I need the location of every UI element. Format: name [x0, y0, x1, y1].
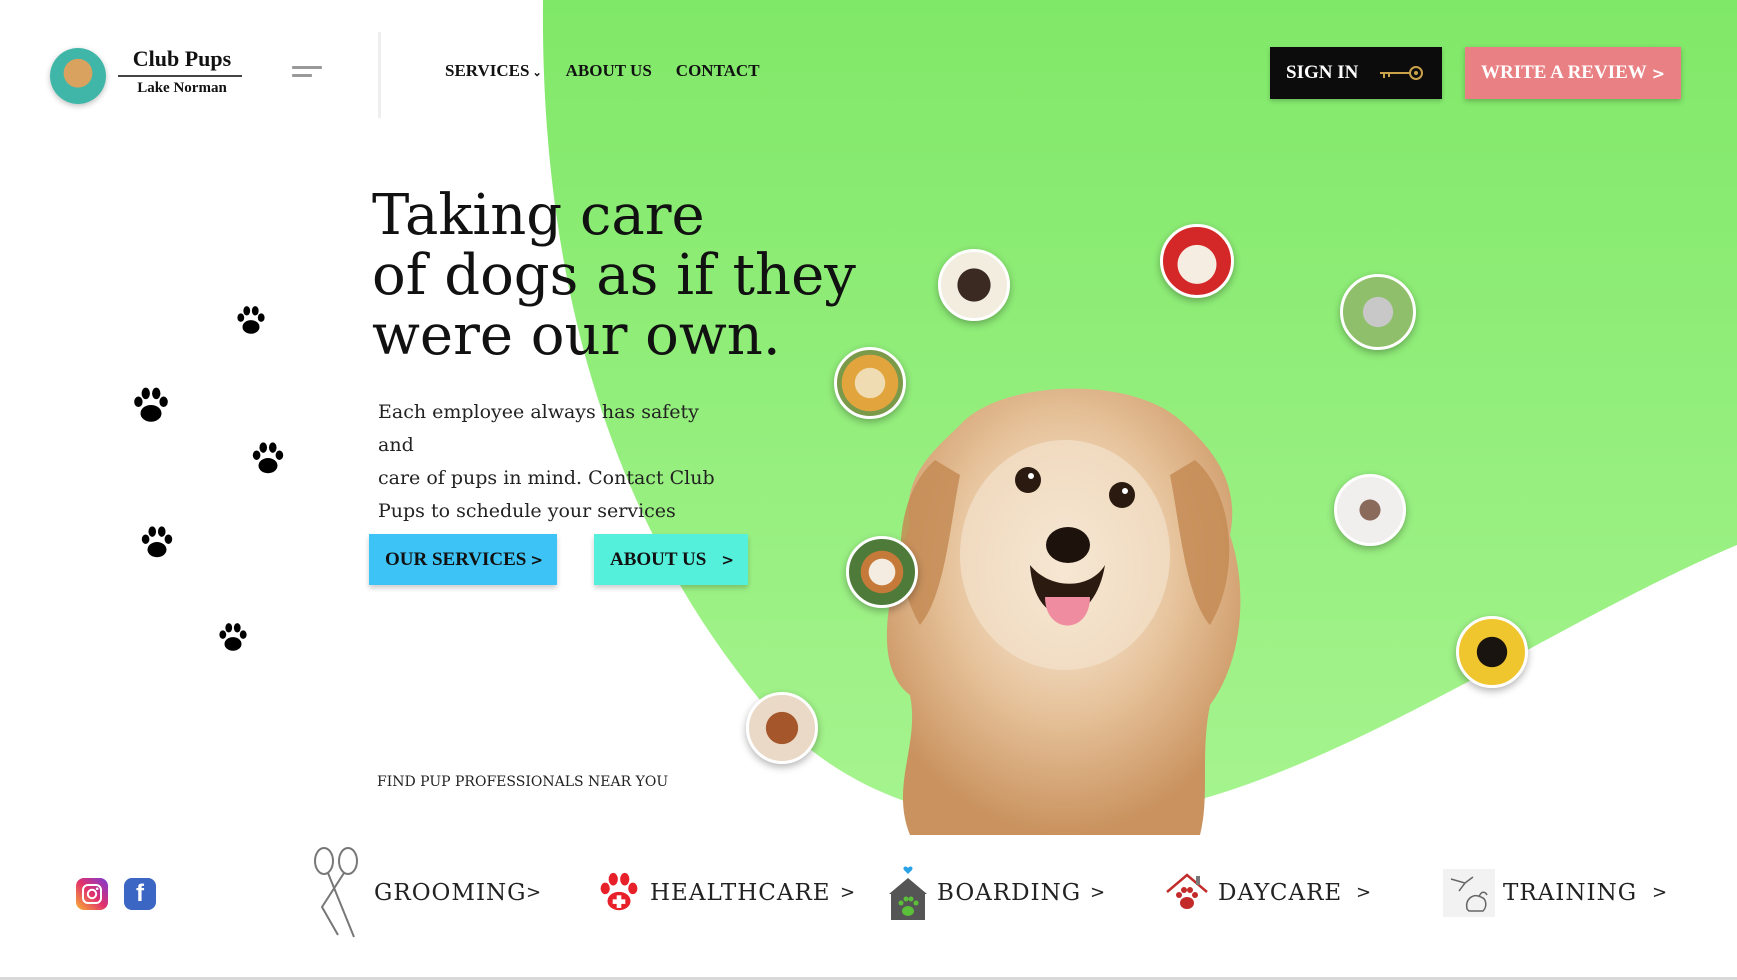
hero-title-line: Taking care: [372, 183, 705, 248]
paw-print-icon: [141, 526, 173, 558]
nav-about[interactable]: ABOUT US: [566, 61, 652, 81]
hero-title: Taking care of dogs as if they were our …: [372, 186, 856, 366]
setter-avatar: [746, 692, 818, 764]
facebook-icon[interactable]: f: [124, 878, 156, 910]
dog-training-icon: [1443, 869, 1495, 917]
service-training[interactable]: TRAINING >: [1443, 848, 1668, 938]
header-divider: [378, 32, 381, 118]
bulldog-avatar: [1160, 224, 1234, 298]
menu-toggle-icon[interactable]: [292, 66, 322, 80]
about-us-label: ABOUT US: [610, 548, 707, 570]
hero-title-line: were our own.: [372, 303, 781, 368]
dog-house-icon: [889, 866, 927, 920]
scissors-icon: [314, 847, 358, 938]
service-grooming[interactable]: GROOMING >: [310, 847, 545, 938]
social-links: f: [76, 878, 156, 910]
instagram-icon[interactable]: [76, 878, 108, 910]
chevron-right-icon: >: [840, 882, 856, 903]
sign-in-button[interactable]: SIGN IN: [1270, 47, 1442, 99]
paw-print-icon: [252, 442, 284, 474]
paw-print-icon: [219, 623, 247, 651]
service-label: TRAINING: [1503, 880, 1638, 906]
husky-avatar: [1340, 274, 1416, 350]
sign-in-label: SIGN IN: [1286, 62, 1359, 83]
brand-location: Lake Norman: [137, 80, 227, 96]
chevron-right-icon: >: [530, 550, 543, 569]
brand-name[interactable]: Club Pups: [118, 46, 246, 72]
spotted-dog-avatar: [1334, 474, 1406, 546]
service-daycare[interactable]: DAYCARE >: [1164, 848, 1374, 938]
hero-dog-image: [886, 388, 1241, 835]
red-paw-icon: [600, 872, 638, 911]
service-label: GROOMING: [374, 880, 527, 906]
service-label: HEALTHCARE: [650, 880, 831, 906]
puppy-avatar: [938, 249, 1010, 321]
about-us-button[interactable]: ABOUT US >: [594, 534, 748, 585]
logo-divider: [118, 75, 242, 77]
golden-puppy-avatar: [834, 347, 906, 419]
service-label: DAYCARE: [1218, 880, 1343, 906]
jack-russell-avatar: [846, 536, 918, 608]
our-services-button[interactable]: OUR SERVICES >: [369, 534, 557, 585]
chevron-right-icon: >: [1090, 882, 1106, 903]
find-professionals-text: FIND PUP PROFESSIONALS NEAR YOU: [377, 774, 669, 790]
key-icon: [1380, 66, 1423, 80]
house-paw-icon: [1166, 873, 1208, 909]
chevron-right-icon: >: [1356, 882, 1372, 903]
chevron-right-icon: >: [721, 550, 734, 569]
write-review-label: WRITE A REVIEW: [1481, 62, 1647, 83]
chevron-right-icon: >: [1652, 882, 1668, 903]
chevron-right-icon: >: [526, 882, 542, 903]
nav-contact[interactable]: CONTACT: [676, 61, 760, 81]
hero-description-line: care of pups in mind. Contact Club: [378, 467, 715, 489]
paw-print-icon: [237, 306, 265, 334]
chevron-right-icon: >: [1651, 63, 1665, 83]
hero-title-line: of dogs as if they: [372, 243, 856, 308]
write-review-button[interactable]: WRITE A REVIEW >: [1465, 47, 1681, 99]
paw-print-icon: [134, 387, 168, 422]
bernese-avatar: [1456, 616, 1528, 688]
service-boarding[interactable]: BOARDING >: [887, 848, 1107, 938]
hero-description-line: Each employee always has safety and: [378, 401, 699, 456]
chevron-down-icon: ⌄: [532, 67, 542, 79]
nav-services[interactable]: SERVICES ⌄: [445, 61, 542, 81]
main-nav: SERVICES ⌄ ABOUT US CONTACT: [445, 61, 760, 81]
logo-avatar[interactable]: [50, 48, 106, 104]
our-services-label: OUR SERVICES: [385, 548, 527, 570]
service-healthcare[interactable]: HEALTHCARE >: [596, 848, 856, 938]
service-label: BOARDING: [937, 880, 1082, 906]
